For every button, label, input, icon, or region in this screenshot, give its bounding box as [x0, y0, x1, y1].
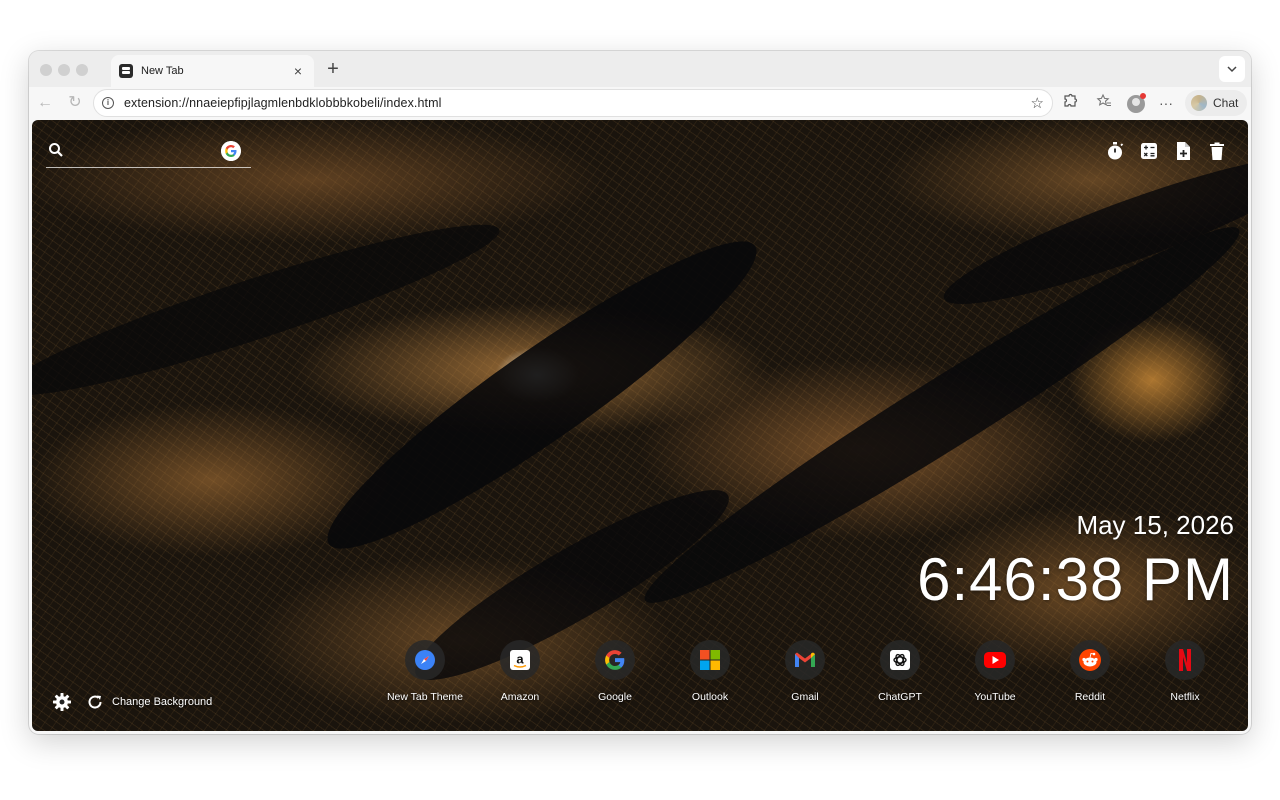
background-controls: Change Background [52, 690, 212, 714]
shortcut-icon-circle [1165, 640, 1205, 680]
amazon-icon: a [510, 650, 530, 670]
reload-button[interactable]: ↻ [63, 91, 87, 115]
netflix-icon [1179, 649, 1191, 671]
google-icon [605, 650, 625, 670]
timer-icon[interactable] [1104, 140, 1126, 162]
chevron-down-icon [1227, 66, 1237, 73]
url-text[interactable]: extension://nnaeiepfipjlagmlenbdklobbbko… [124, 96, 1031, 110]
site-info-icon[interactable]: i [102, 97, 114, 109]
extensions-button[interactable] [1059, 93, 1081, 115]
profile-notification-dot [1140, 93, 1146, 99]
shortcut-youtube[interactable]: YouTube [950, 640, 1040, 703]
shortcut-gmail[interactable]: Gmail [760, 640, 850, 703]
copilot-icon [1191, 95, 1207, 111]
shortcut-label: Gmail [791, 691, 819, 703]
chatgpt-icon [890, 650, 910, 670]
shortcut-chatgpt[interactable]: ChatGPT [855, 640, 945, 703]
shortcut-label: New Tab Theme [386, 691, 464, 703]
google-search-engine-icon[interactable] [221, 141, 241, 161]
search-bar [46, 140, 251, 168]
back-button[interactable]: ← [33, 91, 57, 115]
shortcut-icon-circle [405, 640, 445, 680]
shortcut-amazon[interactable]: a Amazon [475, 640, 565, 703]
navigation-toolbar: ← ↻ i extension://nnaeiepfipjlagmlenbdkl… [29, 87, 1251, 119]
tab-new-tab[interactable]: New Tab × [111, 55, 314, 87]
favorites-star-icon [1096, 93, 1111, 107]
shortcut-label: Google [598, 691, 632, 703]
new-tab-button[interactable]: + [322, 58, 344, 81]
gear-icon[interactable] [52, 692, 72, 712]
youtube-icon [984, 652, 1006, 668]
extension-favicon-icon [119, 64, 133, 78]
time-display: 6:46:38 PM [917, 546, 1234, 613]
shortcut-icon-circle [690, 640, 730, 680]
address-bar[interactable]: i extension://nnaeiepfipjlagmlenbdklobbb… [93, 89, 1053, 117]
change-background-button[interactable]: Change Background [112, 696, 212, 708]
calculator-icon[interactable] [1138, 140, 1160, 162]
add-note-icon[interactable] [1172, 140, 1194, 162]
gmail-icon [795, 652, 815, 667]
shortcut-label: ChatGPT [878, 691, 922, 703]
browser-window: New Tab × + ← ↻ i extension://nnaeiepfip… [29, 51, 1251, 734]
shortcut-label: Outlook [691, 691, 729, 703]
shortcut-new-tab-theme[interactable]: New Tab Theme [380, 640, 470, 703]
date-display: May 15, 2026 [1076, 510, 1234, 540]
trash-icon[interactable] [1206, 140, 1228, 162]
shortcut-label: Amazon [500, 691, 540, 703]
maximize-window-button[interactable] [76, 64, 88, 76]
background-river [32, 201, 509, 419]
shortcut-outlook[interactable]: Outlook [665, 640, 755, 703]
minimize-window-button[interactable] [58, 64, 70, 76]
puzzle-icon [1064, 93, 1078, 107]
shortcut-google[interactable]: Google [570, 640, 660, 703]
search-icon[interactable] [48, 142, 64, 158]
search-input[interactable] [76, 142, 216, 164]
shortcut-reddit[interactable]: Reddit [1045, 640, 1135, 703]
shortcut-icon-circle [880, 640, 920, 680]
shortcut-icon-circle [1070, 640, 1110, 680]
bookmark-star-icon[interactable]: ☆ [1031, 94, 1044, 112]
new-tab-page: May 15, 2026 6:46:38 PM New Tab Theme a … [32, 120, 1248, 731]
shortcut-icon-circle [785, 640, 825, 680]
tab-strip: New Tab × + [29, 51, 1251, 87]
close-window-button[interactable] [40, 64, 52, 76]
favorites-button[interactable] [1093, 93, 1115, 115]
chat-button[interactable]: Chat [1185, 90, 1247, 116]
reddit-icon [1079, 649, 1101, 671]
shortcut-icon-circle [975, 640, 1015, 680]
shortcut-icon-circle [595, 640, 635, 680]
refresh-icon[interactable] [86, 693, 104, 711]
microsoft-icon [700, 650, 720, 670]
shortcut-label: YouTube [974, 691, 1016, 703]
compass-icon [415, 650, 435, 670]
shortcut-label: Reddit [1074, 691, 1106, 703]
more-menu-button[interactable]: ··· [1155, 93, 1177, 115]
chat-label: Chat [1213, 96, 1239, 110]
shortcut-label: Netflix [1170, 691, 1200, 703]
tab-close-icon[interactable]: × [290, 63, 306, 79]
tab-search-dropdown-button[interactable] [1219, 56, 1245, 82]
tab-title: New Tab [141, 65, 184, 77]
svg-text:a: a [516, 652, 524, 667]
shortcut-icon-circle: a [500, 640, 540, 680]
shortcut-netflix[interactable]: Netflix [1140, 640, 1230, 703]
